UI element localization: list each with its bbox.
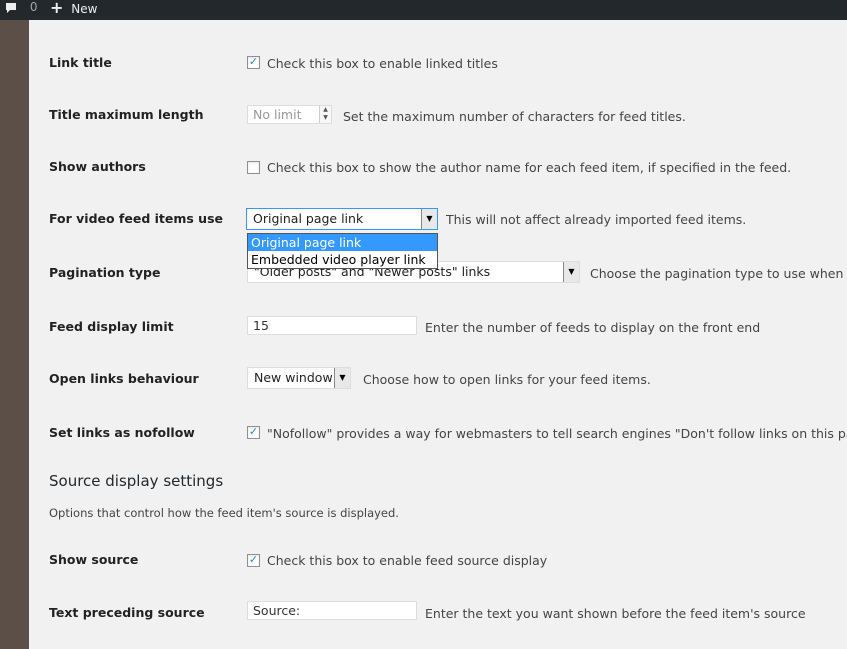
- nofollow-label: Set links as nofollow: [49, 425, 195, 440]
- number-spinner-icon[interactable]: ▲ ▼: [319, 106, 331, 123]
- source-section-title: Source display settings: [49, 472, 224, 490]
- video-desc: This will not affect already imported fe…: [446, 212, 747, 227]
- video-dropdown-list: Original page link Embedded video player…: [247, 233, 438, 269]
- show-source-desc: Check this box to enable feed source dis…: [267, 553, 548, 568]
- open-links-label: Open links behaviour: [49, 371, 199, 386]
- display-limit-label: Feed display limit: [49, 319, 174, 334]
- dropdown-option-original[interactable]: Original page link: [248, 234, 437, 251]
- video-label: For video feed items use: [49, 211, 223, 226]
- title-max-placeholder: No limit: [253, 107, 302, 122]
- open-links-select[interactable]: New window ▼: [247, 367, 351, 389]
- show-authors-desc: Check this box to show the author name f…: [267, 160, 792, 175]
- show-authors-checkbox[interactable]: [247, 161, 260, 174]
- comments-count: 0: [29, 0, 38, 14]
- open-links-desc: Choose how to open links for your feed i…: [363, 372, 651, 387]
- title-max-input[interactable]: No limit ▲ ▼: [247, 105, 332, 124]
- show-authors-label: Show authors: [49, 159, 146, 174]
- link-title-checkbox[interactable]: ✓: [247, 55, 260, 69]
- show-source-label: Show source: [49, 552, 139, 567]
- new-content-button[interactable]: + New: [50, 0, 97, 20]
- dropdown-arrow-icon[interactable]: ▼: [421, 209, 437, 229]
- display-limit-input[interactable]: 15: [247, 316, 417, 335]
- video-select[interactable]: Original page link ▼: [246, 208, 438, 230]
- link-title-label: Link title: [49, 55, 112, 70]
- dropdown-option-embedded[interactable]: Embedded video player link: [248, 251, 437, 268]
- checkmark-icon: ✓: [248, 425, 259, 438]
- comment-bubble-icon: [6, 2, 16, 13]
- show-source-checkbox[interactable]: ✓: [247, 553, 260, 567]
- preceding-input[interactable]: Source:: [247, 601, 417, 620]
- dropdown-arrow-icon[interactable]: ▼: [334, 368, 350, 388]
- settings-content: Link title ✓ Check this box to enable li…: [29, 20, 847, 649]
- preceding-desc: Enter the text you want shown before the…: [425, 606, 806, 621]
- nofollow-checkbox[interactable]: ✓: [247, 425, 260, 439]
- link-title-desc: Check this box to enable linked titles: [267, 56, 498, 71]
- checkmark-icon: ✓: [248, 55, 259, 68]
- display-limit-desc: Enter the number of feeds to display on …: [425, 320, 761, 335]
- admin-sidebar: [0, 20, 29, 649]
- nofollow-desc: "Nofollow" provides a way for webmasters…: [267, 426, 847, 441]
- pagination-label: Pagination type: [49, 265, 161, 280]
- title-max-desc: Set the maximum number of characters for…: [343, 109, 686, 124]
- preceding-label: Text preceding source: [49, 605, 205, 620]
- source-section-desc: Options that control how the feed item's…: [49, 506, 399, 520]
- open-links-select-value: New window: [254, 370, 333, 385]
- comments-menu[interactable]: 0: [5, 0, 37, 20]
- title-max-label: Title maximum length: [49, 107, 204, 122]
- dropdown-arrow-icon[interactable]: ▼: [563, 262, 579, 282]
- new-label: New: [71, 2, 98, 16]
- admin-bar: 0 + New: [0, 0, 847, 20]
- pagination-desc: Choose the pagination type to use when d…: [590, 266, 847, 281]
- video-select-value: Original page link: [253, 211, 364, 226]
- plus-icon: +: [50, 0, 64, 17]
- checkmark-icon: ✓: [248, 553, 259, 566]
